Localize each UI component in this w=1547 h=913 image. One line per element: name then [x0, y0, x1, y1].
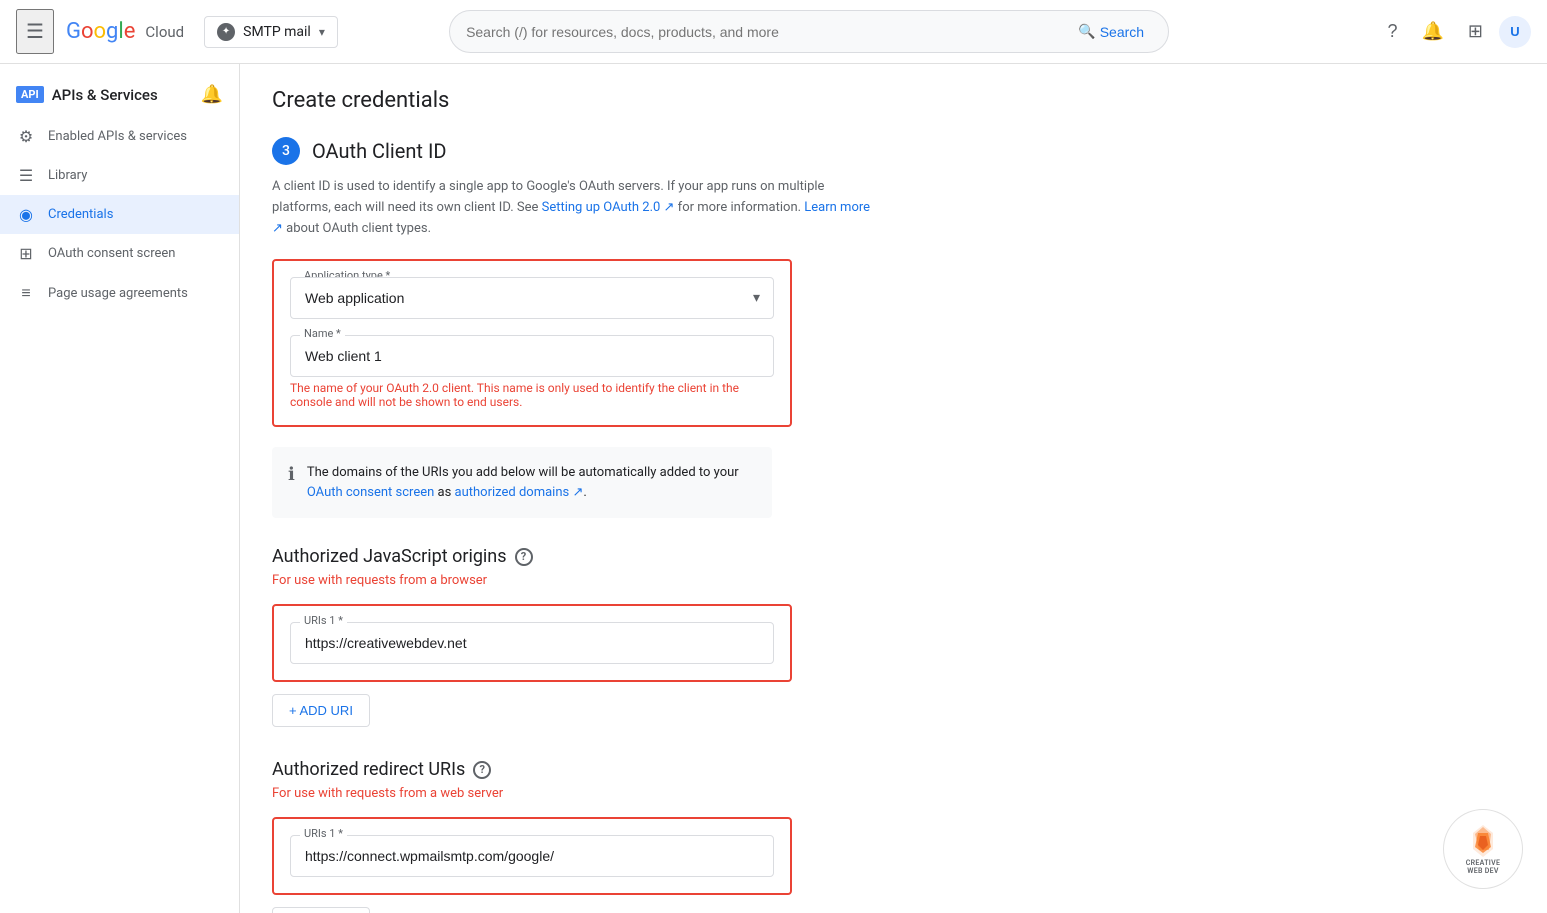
name-field: Name * document.querySelector('[data-nam…: [290, 335, 774, 409]
step-number: 3: [272, 137, 300, 165]
authorized-domains-link[interactable]: authorized domains ↗: [455, 485, 584, 500]
apps-button[interactable]: ⊞: [1460, 13, 1491, 50]
redirect-uri-input[interactable]: [290, 835, 774, 877]
api-badge: API: [16, 86, 44, 103]
sidebar-item-page-usage[interactable]: ≡ Page usage agreements: [0, 273, 239, 313]
search-icon: 🔍: [1078, 23, 1095, 40]
library-icon: ☰: [16, 166, 36, 185]
js-origins-title: Authorized JavaScript origins: [272, 546, 507, 567]
sidebar-header: API APIs & Services 🔔: [0, 72, 239, 117]
help-icon-button[interactable]: ?: [1379, 13, 1405, 50]
sidebar-item-label: Library: [48, 168, 87, 183]
oauth-description: A client ID is used to identify a single…: [272, 177, 872, 239]
redirect-uris-help-icon[interactable]: ?: [473, 761, 491, 779]
name-input[interactable]: [290, 335, 774, 377]
nav-icons: ? 🔔 ⊞ U: [1379, 13, 1531, 50]
page-usage-icon: ≡: [16, 283, 36, 303]
js-origins-uri-field: URIs 1 * document.querySelector('[data-n…: [290, 622, 774, 664]
js-origins-uri-label: URIs 1 *: [300, 614, 347, 627]
project-icon: ✦: [217, 23, 235, 41]
sidebar-item-label: Enabled APIs & services: [48, 129, 187, 144]
sidebar-notification-icon: 🔔: [201, 84, 223, 105]
notifications-button[interactable]: 🔔: [1413, 13, 1451, 50]
page-layout: API APIs & Services 🔔 ⚙ Enabled APIs & s…: [0, 64, 1547, 913]
name-label: Name *: [300, 327, 345, 340]
sidebar-item-library[interactable]: ☰ Library: [0, 156, 239, 195]
project-selector[interactable]: ✦ SMTP mail ▾: [204, 16, 338, 48]
menu-button[interactable]: ☰: [16, 9, 54, 54]
js-origins-subtitle: For use with requests from a browser: [272, 573, 1515, 588]
sidebar-item-oauth-consent[interactable]: ⊞ OAuth consent screen: [0, 234, 239, 273]
main-content: Create credentials 3 OAuth Client ID A c…: [240, 64, 1547, 913]
sidebar-title: APIs & Services: [52, 86, 158, 104]
page-title: Create credentials: [272, 88, 1515, 113]
sidebar: API APIs & Services 🔔 ⚙ Enabled APIs & s…: [0, 64, 240, 913]
application-type-select-wrapper: Web application Android iOS Chrome exten…: [290, 277, 774, 319]
settings-icon: ⚙: [16, 127, 36, 146]
info-box: ℹ The domains of the URIs you add below …: [272, 447, 772, 518]
sidebar-item-enabled-apis[interactable]: ⚙ Enabled APIs & services: [0, 117, 239, 156]
js-origins-uri-box: URIs 1 * document.querySelector('[data-n…: [272, 604, 792, 682]
redirect-uris-title: Authorized redirect URIs: [272, 759, 465, 780]
redirect-uris-add-uri-button[interactable]: + ADD URI: [272, 907, 370, 913]
redirect-uris-heading: Authorized redirect URIs ?: [272, 759, 1515, 780]
js-origins-uri-input[interactable]: [290, 622, 774, 664]
search-bar: 🔍 Search: [449, 10, 1169, 53]
dropdown-arrow-icon: ▾: [319, 25, 325, 39]
watermark-logo-icon: [1465, 823, 1501, 859]
application-type-field: Application type * Web application Andro…: [290, 277, 774, 319]
watermark: CREATIVE Web Dev: [1443, 809, 1523, 889]
js-origins-heading: Authorized JavaScript origins ?: [272, 546, 1515, 567]
oauth-section-title: OAuth Client ID: [312, 139, 447, 163]
step-header: 3 OAuth Client ID: [272, 137, 1515, 165]
name-helper-text: The name of your OAuth 2.0 client. This …: [290, 381, 774, 409]
info-text: The domains of the URIs you add below wi…: [307, 463, 756, 502]
sidebar-item-label: Credentials: [48, 207, 113, 222]
credentials-icon: ◉: [16, 205, 36, 224]
watermark-line1: CREATIVE: [1466, 859, 1500, 867]
cloud-label: Cloud: [145, 23, 184, 41]
redirect-uri-field: URIs 1 * document.querySelector('[data-n…: [290, 835, 774, 877]
sidebar-item-credentials[interactable]: ◉ Credentials: [0, 195, 239, 234]
search-button[interactable]: 🔍 Search: [1070, 19, 1152, 44]
oauth-setup-link[interactable]: Setting up OAuth 2.0 ↗: [542, 200, 675, 215]
watermark-line2: Web Dev: [1467, 867, 1498, 875]
application-type-select[interactable]: Web application Android iOS Chrome exten…: [290, 277, 774, 319]
account-button[interactable]: U: [1499, 16, 1531, 48]
js-origins-add-uri-label: + ADD URI: [289, 703, 353, 718]
google-cloud-logo: Google Cloud: [66, 19, 184, 44]
redirect-uris-subtitle: For use with requests from a web server: [272, 786, 1515, 801]
search-input[interactable]: [466, 24, 1062, 40]
oauth-icon: ⊞: [16, 244, 36, 263]
js-origins-help-icon[interactable]: ?: [515, 548, 533, 566]
search-label: Search: [1100, 24, 1144, 40]
sidebar-item-label: Page usage agreements: [48, 286, 188, 301]
project-name: SMTP mail: [243, 24, 311, 40]
oauth-consent-screen-link[interactable]: OAuth consent screen: [307, 485, 434, 500]
info-icon: ℹ: [288, 464, 295, 485]
js-origins-add-uri-button[interactable]: + ADD URI: [272, 694, 370, 727]
navbar: ☰ Google Cloud ✦ SMTP mail ▾ 🔍 Search ? …: [0, 0, 1547, 64]
client-id-form-box: Application type * Web application Andro…: [272, 259, 792, 427]
sidebar-item-label: OAuth consent screen: [48, 246, 175, 261]
redirect-uri-label: URIs 1 *: [300, 827, 347, 840]
redirect-uris-box: URIs 1 * document.querySelector('[data-n…: [272, 817, 792, 895]
